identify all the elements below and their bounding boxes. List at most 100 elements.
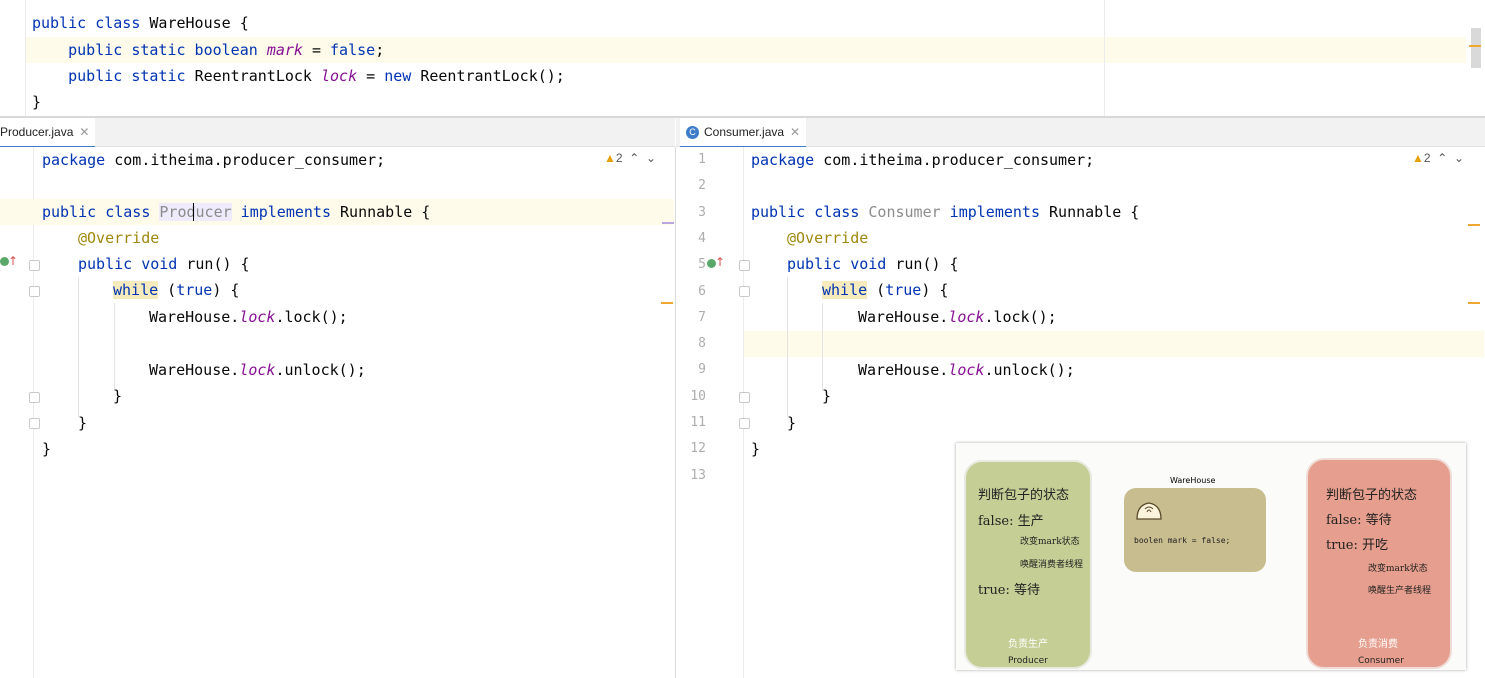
warning-marker[interactable] — [661, 302, 673, 304]
line-number: 7 — [698, 309, 706, 325]
class-icon: C — [686, 126, 699, 140]
code-token: Runnable { — [1049, 203, 1140, 221]
code-line[interactable]: while (true) { — [822, 277, 948, 303]
inspection-widget[interactable]: ▲2 ⌃ ⌄ — [1412, 151, 1464, 165]
tab-consumer-java[interactable]: C Consumer.java ✕ — [680, 118, 807, 148]
code-line[interactable]: } — [32, 89, 41, 115]
usage-marker[interactable] — [662, 222, 674, 224]
code-token: run() { — [186, 255, 250, 273]
code-token: ReentrantLock(); — [411, 67, 565, 85]
code-token: WareHouse. — [858, 361, 949, 379]
warning-marker[interactable] — [1468, 302, 1480, 304]
producer-consumer-diagram: 判断包子的状态 false: 生产 改变mark状态 唤醒消费者线程 true:… — [956, 443, 1466, 670]
code-line[interactable]: @Override — [787, 225, 868, 251]
right-tabbar: C Consumer.java ✕ — [676, 118, 1485, 148]
code-token: .unlock(); — [984, 361, 1075, 379]
warehouse-editor[interactable]: public class WareHouse { public static b… — [0, 0, 1485, 118]
code-line[interactable]: } — [113, 383, 122, 409]
warning-marker[interactable] — [1469, 45, 1481, 47]
code-token: ; — [375, 41, 385, 59]
code-line[interactable]: WareHouse.lock.lock(); — [858, 304, 1057, 330]
code-line[interactable]: while (true) { — [113, 277, 239, 303]
code-token: lock — [239, 308, 276, 326]
code-line[interactable]: public static ReentrantLock lock = new R… — [32, 63, 565, 89]
code-line[interactable]: public class WareHouse { — [32, 10, 249, 36]
indent-guide — [78, 277, 79, 417]
fold-icon[interactable] — [29, 260, 40, 271]
producer-editor[interactable]: ▲2 ⌃ ⌄ ↑ package com.itheima.producer_co… — [0, 147, 676, 678]
code-line[interactable]: } — [751, 436, 760, 462]
code-token: } — [113, 387, 123, 405]
code-token: false — [330, 41, 376, 59]
arrow-up-icon[interactable]: ↑ — [715, 255, 725, 269]
fold-icon[interactable] — [739, 286, 750, 297]
code-token: WareHouse. — [858, 308, 949, 326]
fold-icon[interactable] — [29, 286, 40, 297]
code-line[interactable]: public static boolean mark = false; — [32, 37, 384, 63]
indent-guide — [822, 303, 823, 391]
code-line[interactable]: public void run() { — [78, 251, 250, 277]
consumer-text: 改变mark状态 — [1368, 564, 1428, 574]
warning-marker[interactable] — [1468, 224, 1480, 226]
warehouse-title: WareHouse — [1170, 476, 1216, 485]
tab-producer-java[interactable]: Producer.java ✕ — [0, 118, 96, 148]
code-line[interactable]: public void run() { — [787, 251, 959, 277]
code-token: } — [78, 414, 88, 432]
code-line[interactable]: public class Producer implements Runnabl… — [42, 199, 430, 225]
code-line[interactable]: package com.itheima.producer_consumer; — [42, 147, 385, 173]
fold-icon[interactable] — [29, 418, 40, 429]
code-token: lock — [321, 67, 358, 85]
code-token: com.itheima.producer_consumer; — [105, 151, 386, 169]
code-token: } — [822, 387, 832, 405]
fold-icon[interactable] — [739, 418, 750, 429]
code-line[interactable]: WareHouse.lock.unlock(); — [149, 357, 366, 383]
fold-icon[interactable] — [739, 260, 750, 271]
code-token: public class — [32, 14, 150, 32]
code-line[interactable]: } — [787, 410, 796, 436]
code-line[interactable]: } — [822, 383, 831, 409]
code-token: Consumer — [868, 203, 941, 221]
code-line[interactable]: } — [78, 410, 87, 436]
close-icon[interactable]: ✕ — [790, 125, 800, 139]
close-icon[interactable]: ✕ — [79, 125, 89, 139]
code-token: = — [302, 41, 331, 59]
left-tabbar: Producer.java ✕ — [0, 118, 675, 148]
line-number: 6 — [698, 283, 706, 299]
code-line[interactable]: public class Consumer implements Runnabl… — [751, 199, 1139, 225]
consumer-role: 负责消费 — [1358, 639, 1398, 650]
code-token: lock — [948, 308, 985, 326]
line-number: 13 — [690, 467, 706, 483]
code-token: WareHouse { — [149, 14, 249, 32]
fold-icon[interactable] — [29, 392, 40, 403]
code-token: ReentrantLock — [194, 67, 321, 85]
code-token: ( — [867, 281, 886, 299]
chevron-up-icon[interactable]: ⌃ — [1437, 151, 1447, 165]
consumer-name: Consumer — [1358, 656, 1404, 666]
code-token: } — [787, 414, 797, 432]
code-line[interactable]: @Override — [78, 225, 159, 251]
code-token: @Override — [78, 229, 160, 247]
fold-icon[interactable] — [739, 392, 750, 403]
chevron-down-icon[interactable]: ⌄ — [1454, 151, 1464, 165]
scrollbar[interactable] — [1471, 28, 1481, 68]
inspection-widget[interactable]: ▲2 ⌃ ⌄ — [604, 151, 656, 165]
arrow-up-icon[interactable]: ↑ — [8, 254, 18, 268]
code-line[interactable]: WareHouse.lock.lock(); — [149, 304, 348, 330]
warehouse-code: boolen mark = false; — [1134, 536, 1231, 545]
code-token: } — [42, 440, 52, 458]
line-number: 5 — [698, 257, 706, 273]
code-line[interactable]: package com.itheima.producer_consumer; — [751, 147, 1094, 173]
chevron-up-icon[interactable]: ⌃ — [629, 151, 639, 165]
code-token: mark — [266, 41, 303, 59]
gutter-border — [743, 147, 744, 678]
consumer-text: true: 开吃 — [1326, 538, 1389, 553]
gutter-border — [33, 147, 34, 678]
chevron-down-icon[interactable]: ⌄ — [646, 151, 656, 165]
code-line[interactable]: } — [42, 436, 51, 462]
code-token: while — [822, 281, 868, 299]
code-token: WareHouse. — [149, 308, 240, 326]
code-line[interactable]: WareHouse.lock.unlock(); — [858, 357, 1075, 383]
warning-icon: ▲ — [604, 151, 616, 165]
code-token: Runnable { — [340, 203, 431, 221]
code-token: } — [32, 93, 42, 111]
